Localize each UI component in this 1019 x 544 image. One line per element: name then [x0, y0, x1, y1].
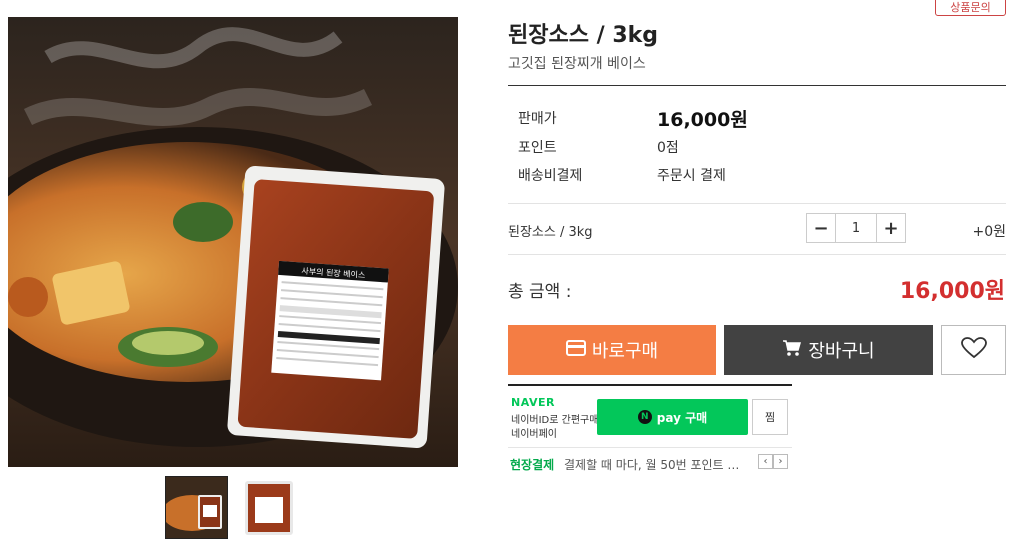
naver-promo-nav: ‹ › [758, 454, 788, 469]
naver-desc-line2: 네이버페이 [511, 429, 557, 440]
naver-pay-button[interactable]: N pay 구매 [597, 399, 748, 435]
quantity-stepper: − + [806, 213, 906, 243]
add-to-cart-button[interactable]: 장바구니 [724, 325, 933, 375]
spec-value-points: 0점 [657, 140, 679, 156]
buy-now-label: 바로구매 [591, 341, 659, 362]
add-to-cart-label: 장바구니 [808, 341, 875, 362]
promo-prev-button[interactable]: ‹ [758, 454, 773, 469]
thumbnail-2[interactable] [239, 477, 300, 538]
wishlist-button[interactable] [941, 325, 1006, 375]
promo-next-button[interactable]: › [773, 454, 788, 469]
spec-value-shipping: 주문시 결제 [657, 168, 726, 184]
heart-icon [960, 337, 987, 363]
naver-zzim-button[interactable]: 찜 [752, 399, 788, 435]
inquiry-button[interactable]: 상품문의 [935, 0, 1006, 16]
product-detail-page: 사부의 된장 베이스 상품문의 된장소스 / 3kg 고깃집 된장찌개 베이스 … [0, 0, 1019, 544]
total-price: 16,000원 [899, 279, 1005, 304]
quantity-decrease-button[interactable]: − [807, 214, 836, 242]
thumbnail-1[interactable] [165, 476, 228, 539]
quantity-input[interactable] [836, 214, 876, 242]
spec-label-shipping: 배송비결제 [518, 168, 583, 184]
product-subtitle: 고깃집 된장찌개 베이스 [508, 56, 646, 72]
option-name: 된장소스 / 3kg [508, 225, 593, 240]
naver-divider [508, 447, 792, 448]
naver-pay-label: pay 구매 [656, 410, 708, 425]
product-title: 된장소스 / 3kg [508, 23, 659, 48]
option-price: +0원 [972, 224, 1006, 240]
naver-desc-line1: 네이버ID로 간편구매 [511, 415, 599, 426]
naver-pay-widget: NAVER 네이버ID로 간편구매 네이버페이 N pay 구매 찜 현장결제 … [508, 384, 792, 473]
naver-promo-text[interactable]: 결제할 때 마다, 월 50번 포인트 … [564, 456, 750, 473]
buy-now-button[interactable]: 바로구매 [508, 325, 716, 375]
thumbnail-list [165, 476, 300, 539]
cart-icon [782, 339, 802, 362]
specs-divider [508, 203, 1006, 204]
quantity-increase-button[interactable]: + [876, 214, 905, 242]
spec-value-price: 16,000원 [657, 109, 748, 131]
spec-label-price: 판매가 [518, 111, 557, 127]
option-divider [508, 254, 1006, 255]
main-product-image: 사부의 된장 베이스 [8, 17, 458, 467]
naver-logo: NAVER [511, 396, 555, 409]
title-divider [508, 85, 1006, 86]
spec-label-points: 포인트 [518, 140, 557, 156]
card-icon [565, 339, 586, 361]
naver-promo-title[interactable]: 현장결제 [510, 456, 554, 473]
naver-n-icon: N [637, 410, 652, 424]
total-label: 총 금액 : [508, 282, 572, 302]
